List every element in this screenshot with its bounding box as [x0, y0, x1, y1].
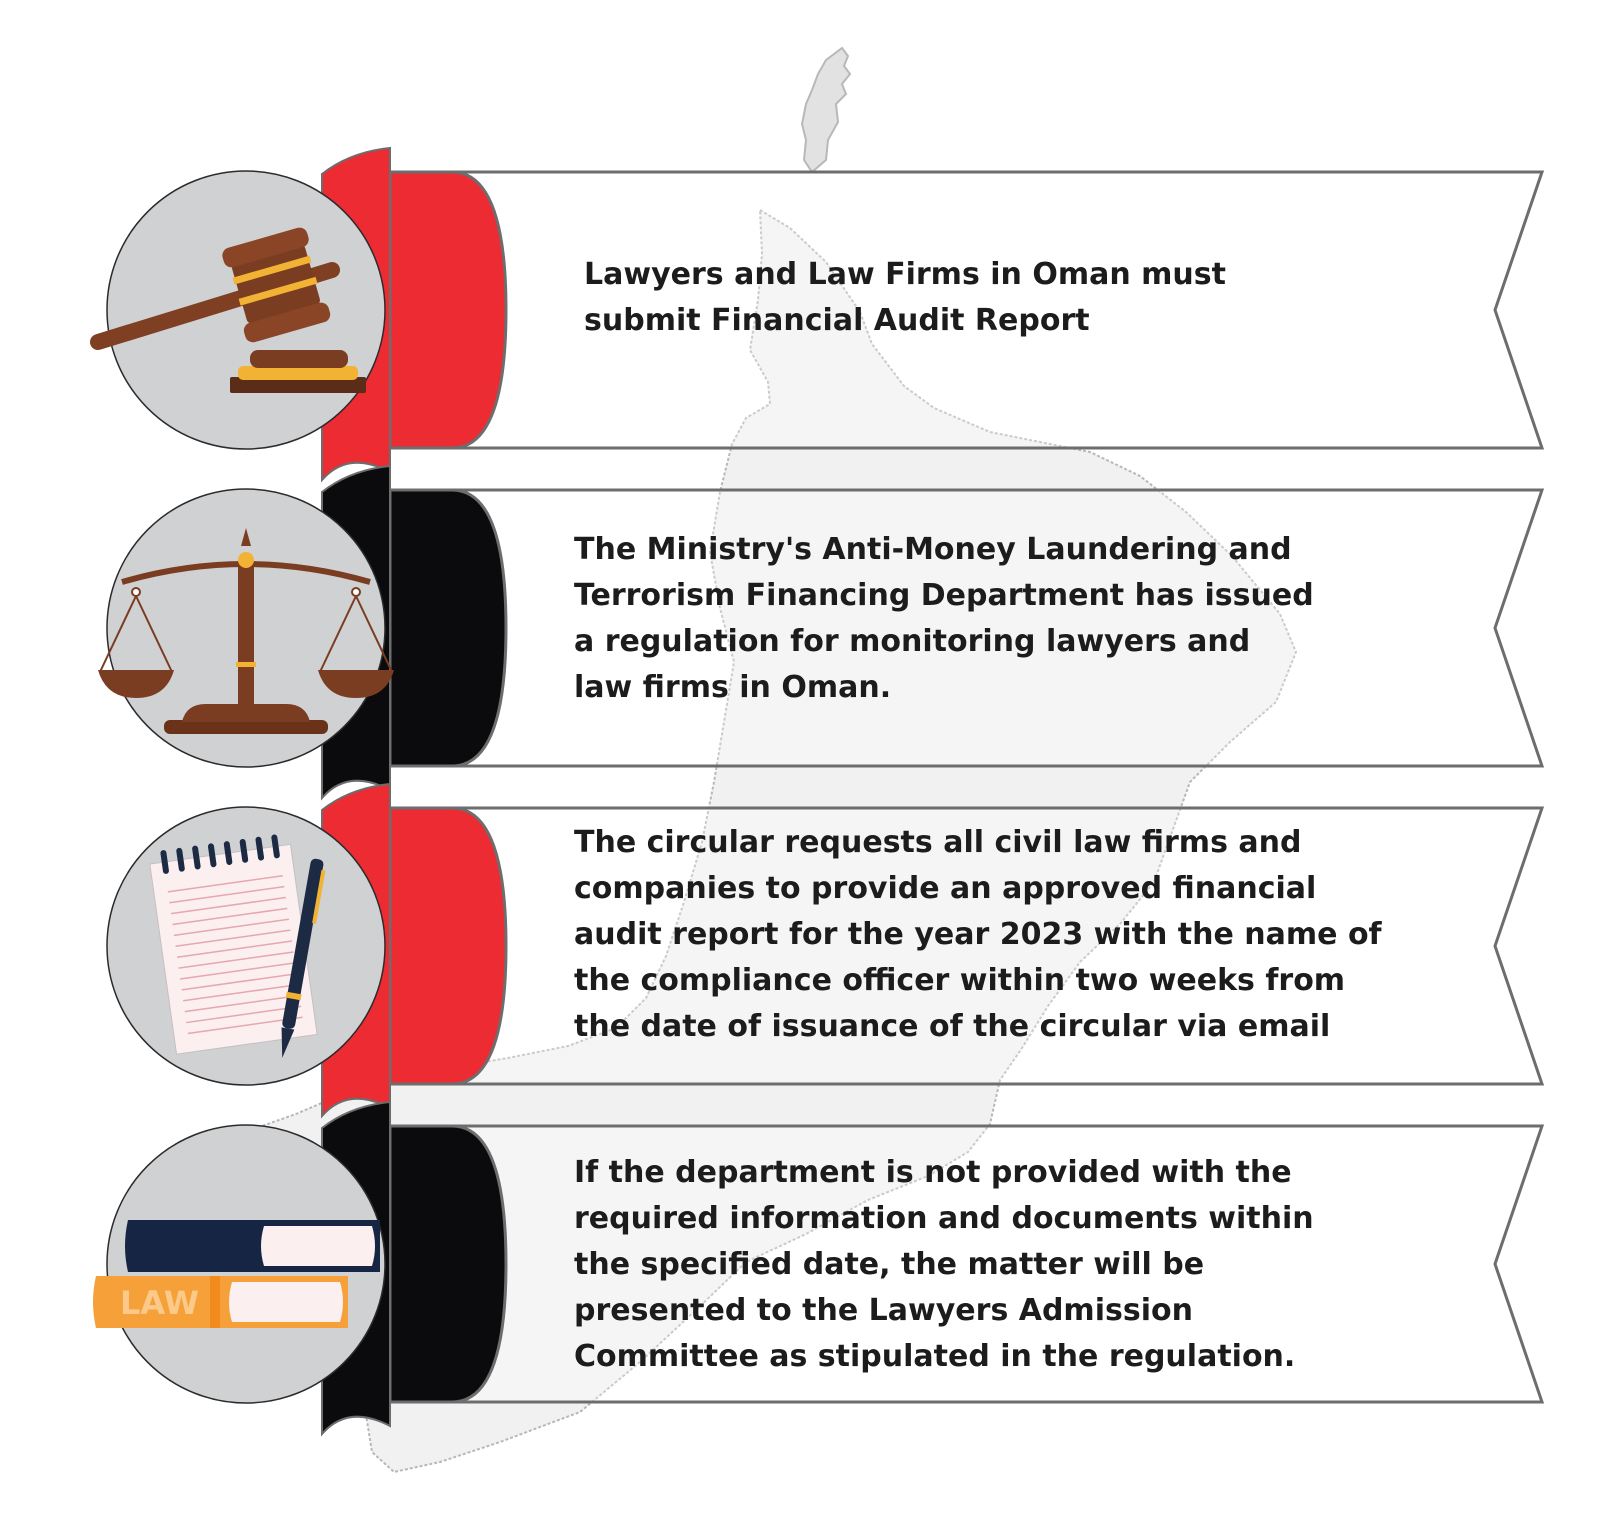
bottom-book-pages: [229, 1282, 343, 1322]
accent-tab: [388, 488, 508, 768]
accent-tab: [388, 806, 508, 1086]
top-book-pages: [261, 1226, 375, 1266]
accent-tab: [388, 1124, 508, 1404]
item-4-text: If the department is not provided with t…: [574, 1155, 1314, 1374]
item-1-text: Lawyers and Law Firms in Oman must submi…: [584, 257, 1226, 338]
scales-hook-1: [131, 587, 141, 597]
gavel-base-band: [238, 366, 358, 380]
scales-base: [164, 720, 328, 734]
musandam-peninsula: [800, 46, 852, 174]
scales-hook-2: [351, 587, 361, 597]
scales-pillar: [238, 566, 254, 706]
bottom-book-spine-band: [210, 1276, 220, 1328]
accent-tab: [388, 170, 508, 450]
item-3-text: The circular requests all civil law firm…: [574, 825, 1382, 1044]
scales-pivot: [238, 552, 254, 568]
item-2-text: The Ministry's Anti-Money Laundering and…: [574, 532, 1314, 705]
scales-base-top: [182, 704, 310, 722]
gavel-base-top: [250, 350, 348, 368]
scales-pillar-band: [236, 662, 256, 667]
book-label: LAW: [120, 1284, 199, 1322]
infographic: LAW Lawyers and Law Firms in Oman must s…: [0, 0, 1601, 1528]
